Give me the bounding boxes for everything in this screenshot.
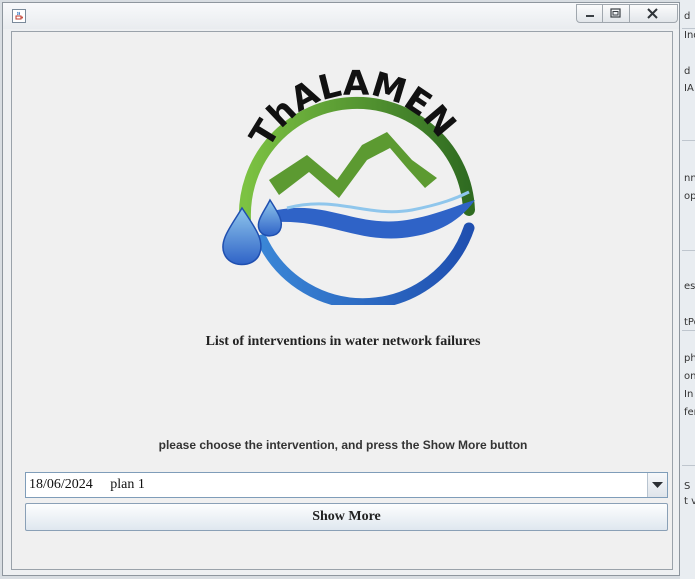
background-text: d xyxy=(684,66,691,77)
background-text: nn xyxy=(684,173,695,184)
background-divider xyxy=(682,465,695,466)
minimize-icon xyxy=(586,15,594,17)
background-text: esi xyxy=(684,281,695,292)
intervention-select-value: 18/06/2024 plan 1 xyxy=(29,477,145,492)
background-text: d xyxy=(684,11,691,22)
page-title: List of interventions in water network f… xyxy=(205,334,481,349)
background-divider xyxy=(682,330,695,331)
background-divider xyxy=(682,140,695,141)
show-more-button[interactable]: Show More xyxy=(25,503,668,531)
background-text: In xyxy=(684,389,694,400)
background-text: tPo xyxy=(684,317,695,328)
background-divider xyxy=(682,28,695,29)
background-text: IA xyxy=(684,83,694,94)
window-controls xyxy=(576,4,678,23)
maximize-icon xyxy=(610,8,621,18)
thalamen-logo: ThALAMEN xyxy=(222,64,475,305)
background-text: S xyxy=(684,481,691,492)
background-text: Ind xyxy=(684,30,695,41)
minimize-button[interactable] xyxy=(576,4,603,23)
close-button[interactable] xyxy=(630,4,678,23)
instruction-text: please choose the intervention, and pres… xyxy=(158,438,528,452)
java-cup-icon[interactable] xyxy=(12,9,26,23)
app-window: ThALAMEN List of interventions in water … xyxy=(2,2,680,576)
background-text: t v xyxy=(684,496,695,507)
close-icon xyxy=(647,8,658,19)
intervention-select[interactable]: 18/06/2024 plan 1 xyxy=(25,472,668,498)
background-divider xyxy=(682,250,695,251)
background-text: ph xyxy=(684,353,695,364)
background-text: on xyxy=(684,371,695,382)
title-bar[interactable] xyxy=(3,3,679,29)
chevron-down-icon xyxy=(652,482,663,488)
background-text: fer xyxy=(684,407,695,418)
background-text: op xyxy=(684,191,695,202)
main-panel: ThALAMEN List of interventions in water … xyxy=(11,31,673,570)
dropdown-arrow-button[interactable] xyxy=(647,473,667,497)
maximize-button[interactable] xyxy=(603,4,630,23)
